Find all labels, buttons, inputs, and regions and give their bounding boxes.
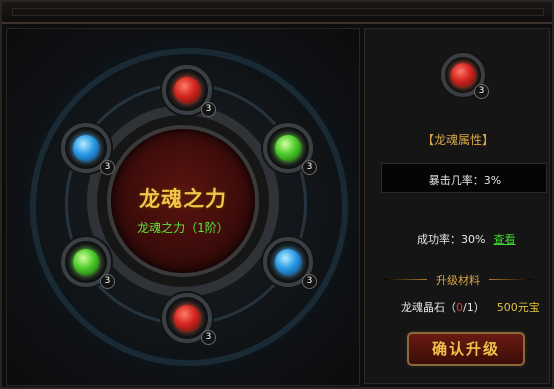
success-rate: 成功率：30% [417, 233, 486, 246]
gem-slot-bottom[interactable]: 3 [162, 293, 216, 345]
red-gem-icon [174, 77, 200, 103]
attribute-header: 【龙魂属性】 [421, 133, 494, 147]
material-row: 龙魂晶石（0/1） 500元宝 [401, 299, 540, 315]
slot-level-badge: 3 [201, 330, 216, 345]
slot-level-badge: 3 [201, 102, 216, 117]
material-total: /1） [463, 301, 485, 314]
materials-header: 升级材料 [375, 271, 541, 287]
core-title: 龙魂之力 [139, 187, 227, 211]
confirm-upgrade-button[interactable]: 确认升级 [407, 332, 525, 366]
slot-level-badge: 3 [302, 160, 317, 175]
title-bar-strip [12, 8, 544, 16]
dragon-soul-wheel: 龙魂之力 龙魂之力（1阶） 3 3 3 3 3 3 [6, 28, 360, 386]
material-name: 龙魂晶石（ [401, 301, 456, 314]
red-gem-icon [451, 63, 475, 87]
attribute-panel: 3 【龙魂属性】 暴击几率：3% 成功率：30% 查看 升级材料 龙魂晶石（0/1… [364, 28, 550, 384]
gem-slot-upper-right[interactable]: 3 [263, 123, 317, 175]
red-gem-icon [174, 305, 200, 331]
blue-gem-icon [275, 249, 301, 275]
green-gem-icon [73, 249, 99, 275]
slot-level-badge: 3 [302, 274, 317, 289]
price-label: 500元宝 [496, 301, 540, 314]
view-link[interactable]: 查看 [493, 233, 515, 246]
material-count: 0 [456, 301, 463, 314]
gem-slot-lower-left[interactable]: 3 [61, 237, 115, 289]
gem-slot-top[interactable]: 3 [162, 65, 216, 117]
success-rate-row: 成功率：30% 查看 [417, 231, 515, 247]
blue-gem-icon [73, 135, 99, 161]
gem-slot-lower-right[interactable]: 3 [263, 237, 317, 289]
preview-gem-slot[interactable]: 3 [441, 53, 489, 99]
preview-level-badge: 3 [474, 84, 489, 99]
materials-title: 升级材料 [436, 274, 480, 287]
crit-stat: 暴击几率：3% [428, 174, 502, 187]
slot-level-badge: 3 [100, 274, 115, 289]
green-gem-icon [275, 135, 301, 161]
gem-slot-upper-left[interactable]: 3 [61, 123, 115, 175]
title-bar [2, 2, 552, 24]
slot-level-badge: 3 [100, 160, 115, 175]
crit-stat-box: 暴击几率：3% [381, 163, 547, 193]
core-subtitle: 龙魂之力（1阶） [137, 221, 229, 235]
